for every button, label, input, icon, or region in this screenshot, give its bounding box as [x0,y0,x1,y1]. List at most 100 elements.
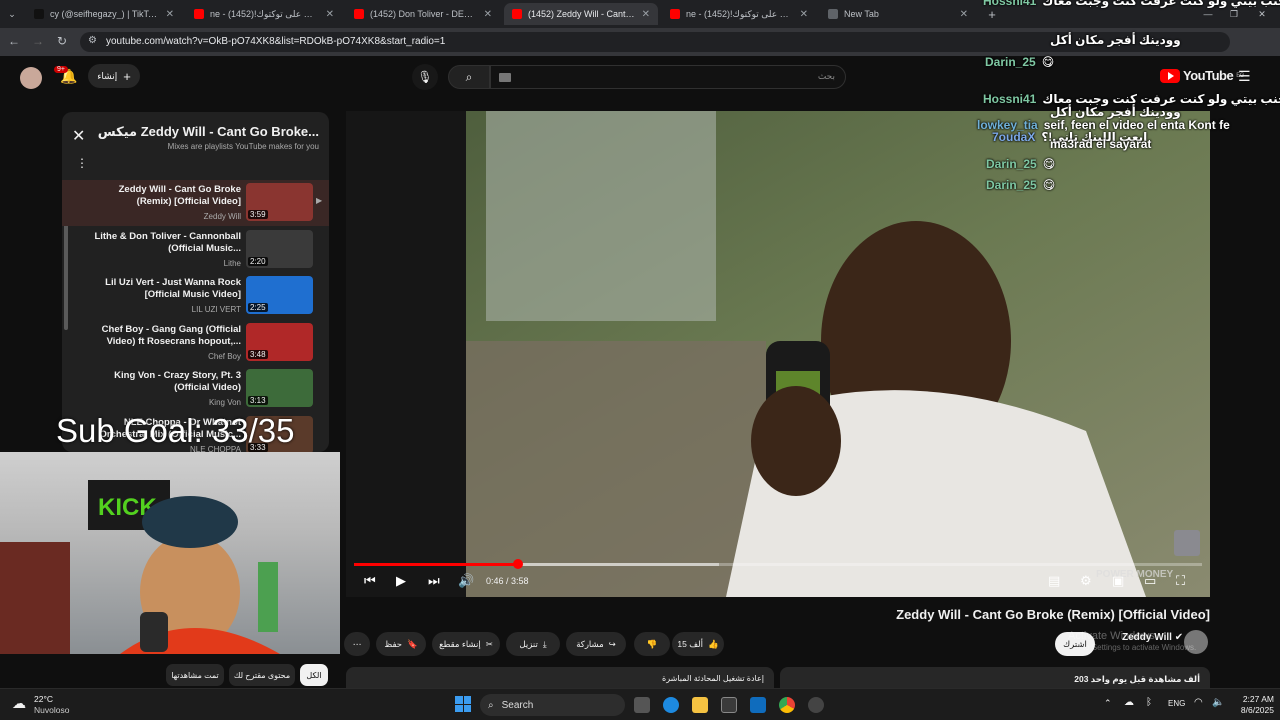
tab[interactable]: (1452) Zeddy Will - Cant Go ✕ [504,3,658,25]
filter-chip-label: تمت مشاهدتها [171,670,219,680]
playlist-item-duration: 2:20 [248,256,268,266]
playlist-item[interactable]: Lil Uzi Vert - Just Wanna Rock [Official… [62,273,329,319]
current-time: 0:46 [486,576,504,586]
playlist-item[interactable]: Chef Boy - Gang Gang (Official Video) ft… [62,320,329,366]
settings-gear-icon[interactable]: ⚙ [1080,573,1092,589]
close-tab-icon[interactable]: ✕ [954,9,968,20]
tray-icon[interactable]: ☁ [1124,697,1134,708]
avatar[interactable] [20,67,42,89]
activate-windows-title: Activate Windows [1068,630,1155,642]
playlist-item[interactable]: Zeddy Will - Cant Go Broke (Remix) [Offi… [62,180,329,226]
keyboard-icon[interactable] [499,73,511,82]
share-button[interactable]: مشاركة ↪ [566,632,626,656]
play-icon[interactable]: ▶ [396,573,406,589]
like-button[interactable]: 15 ألف 👍 [672,632,724,656]
playlist-item[interactable]: King Von - Crazy Story, Pt. 3 (Official … [62,366,329,412]
next-icon[interactable]: ⏭ [428,573,440,589]
save-label: حفظ [384,638,403,649]
speaker-icon[interactable]: 🔈 [1212,697,1224,708]
clip-button[interactable]: إنشاء مقطع ✂ [432,632,500,656]
captions-icon[interactable]: ▤ [1048,573,1060,589]
chat-text: أنت كنت جنب بيتي ولو كنت عرفت كنت وجبت م… [1042,0,1280,8]
close-tab-icon[interactable]: ✕ [794,9,808,20]
playlist-item[interactable]: Lithe & Don Toliver - Cannonball (Offici… [62,227,329,273]
video-player[interactable]: POWER MONEY ⏮ ▶ ⏭ 🔊 0:46 / 3:58 ▤ ⚙ ▣ ▭ … [346,111,1210,597]
close-tab-icon[interactable]: ✕ [478,9,492,20]
volume-icon[interactable]: 🔊 [458,573,474,589]
restore-icon: ❐ [1229,8,1239,19]
tab[interactable]: cy (@seifhegazy_) | TikTok(+99)✕ [26,3,182,25]
progress-bar[interactable] [354,559,1202,569]
playlist-item-thumbnail: 2:20 [246,229,313,268]
save-button[interactable]: حفظ 🔖 [376,632,426,656]
tab-search-button[interactable]: ⌄ [0,3,24,25]
show-hidden-icons[interactable]: ⌃ [1104,698,1112,709]
task-view-icon[interactable] [634,697,650,713]
wifi-icon[interactable]: ◠ [1194,697,1203,708]
weather-icon[interactable]: ☁ [12,695,26,712]
outlook-icon[interactable] [750,697,766,713]
close-tab-icon[interactable]: ✕ [320,9,334,20]
tab[interactable]: ne - اشتغلت على توكتوك!(1452)✕ [662,3,816,25]
clock-date: 8/6/2025 [1240,705,1274,715]
video-title: Zeddy Will - Cant Go Broke (Remix) [Offi… [896,607,1210,622]
theater-mode-icon[interactable]: ▭ [1144,573,1156,589]
search-button[interactable]: ⌕ [448,65,490,89]
clock[interactable]: 2:27 AM 8/6/2025 [1234,694,1274,716]
close-playlist-icon[interactable]: ✕ [72,126,85,146]
filter-chip[interactable]: الكل [300,664,328,686]
filter-chip[interactable]: تمت مشاهدتها [166,664,224,686]
bookmark-icon: 🔖 [407,638,418,649]
scrubber-handle[interactable] [512,559,523,569]
chrome-icon[interactable] [779,697,795,713]
dislike-button[interactable]: 👎 [634,632,670,656]
download-button[interactable]: تنزيل ⤓ [506,632,560,656]
fullscreen-icon[interactable]: ⛶ [1176,573,1185,589]
playlist-item-thumbnail: 3:13 [246,369,313,407]
miniplayer-icon[interactable]: ▣ [1112,573,1124,589]
app-icon[interactable] [808,697,824,713]
thumbs-up-icon: 👍 [708,638,719,649]
chat-text: 😋 [1041,55,1055,69]
activate-windows-subtitle: Go to Settings to activate Windows. [1070,643,1197,652]
description-box[interactable]: 203 ألف مشاهدة قبل يوم واحد [780,667,1210,689]
weather-widget[interactable]: 22°C Nuvoloso [34,694,69,716]
playlist-item-duration: 3:48 [248,349,268,359]
filter-chip[interactable]: محتوى مقترح لك [229,664,295,686]
filter-chip-label: محتوى مقترح لك [233,670,291,680]
download-label: تنزيل [519,638,538,649]
minimize-icon: — [1203,9,1213,19]
close-tab-icon[interactable]: ✕ [160,9,174,20]
windows-start-icon[interactable] [455,696,471,712]
bluetooth-icon[interactable]: ᛒ [1146,697,1152,708]
live-chat-replay-bar[interactable]: إعادة تشغيل المحادثة المباشرة [346,667,774,689]
tab[interactable]: New Tab ✕ [820,3,976,25]
youtube-logo[interactable]: YouTube EG [1160,68,1244,83]
reload-button[interactable]: ↻ [54,34,70,48]
plus-icon: + [123,68,131,84]
back-button[interactable]: ← [6,34,22,48]
edge-icon[interactable] [663,697,679,713]
menu-icon[interactable]: ☰ [1238,68,1251,85]
store-icon[interactable] [721,697,737,713]
voice-search-button[interactable]: 🎙 [412,64,438,90]
playlist-item-channel: Lithe [223,258,241,268]
time-display: 0:46 / 3:58 [486,576,529,586]
site-info-icon[interactable]: ⚙ [88,35,97,46]
forward-button[interactable]: → [30,34,46,48]
search-input[interactable]: بحث [490,65,846,89]
playlist-item-duration: 3:13 [248,396,268,405]
language-indicator[interactable]: ENG [1168,699,1185,708]
taskbar-search[interactable]: ⌕ Search [480,694,625,716]
create-button[interactable]: إنشاء + [88,64,140,88]
more-options-icon[interactable]: ⋮ [76,156,88,170]
close-tab-icon[interactable]: ✕ [636,9,650,20]
file-explorer-icon[interactable] [692,697,708,713]
previous-icon[interactable]: ⏮ [364,573,376,589]
tab[interactable]: ne - اشتغلت على توكتوك!(1452)✕ [186,3,342,25]
more-actions-button[interactable]: ⋯ [344,632,370,656]
chat-message: Hossni41 أنت كنت جنب بيتي ولو كنت عرفت كن… [983,92,1280,106]
playlist-item-title: Chef Boy - Gang Gang (Official Video) ft… [101,323,241,347]
channel-watermark[interactable] [1174,530,1200,556]
tab[interactable]: (1452) Don Toliver - DEEP IN TH✕ [346,3,500,25]
